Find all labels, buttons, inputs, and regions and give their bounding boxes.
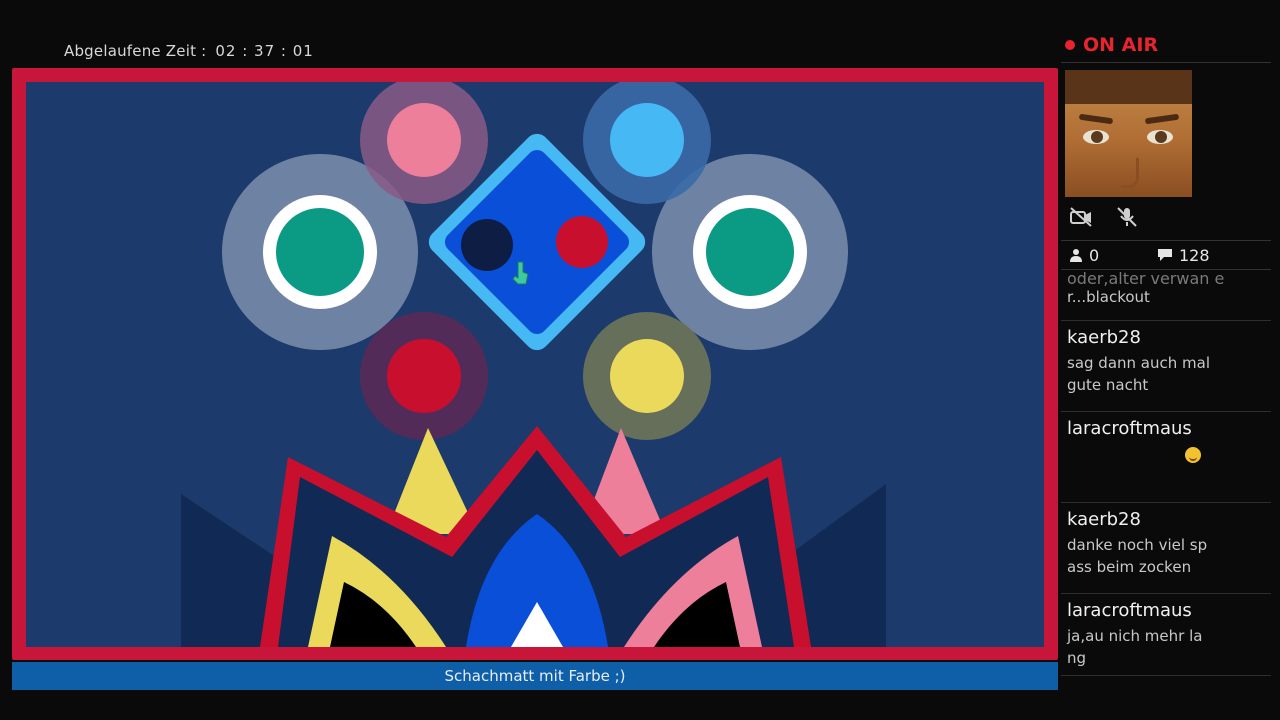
orb-right-teal	[706, 208, 794, 296]
chat-message: kaerb28 sag dann auch mal gute nacht	[1061, 321, 1271, 412]
chat-username: laracroftmaus	[1067, 600, 1192, 621]
speech-bubble-icon	[1158, 249, 1172, 261]
comment-count: 128	[1157, 246, 1210, 265]
smiley-emoji-icon	[1185, 446, 1201, 463]
sky-orb	[610, 103, 684, 177]
game-scene[interactable]	[26, 82, 1044, 647]
divider	[1061, 62, 1271, 63]
diamond-red-orb	[556, 216, 608, 268]
red-orb	[387, 339, 461, 413]
chat-message-partial: oder,alter verwan e r...blackout	[1061, 272, 1271, 321]
elapsed-time-display: Abgelaufene Zeit : 02 : 37 : 01	[64, 42, 314, 60]
comment-count-value: 128	[1179, 245, 1210, 265]
chat-text: sag dann auch mal gute nacht	[1067, 354, 1210, 394]
orb-left-teal	[276, 208, 364, 296]
chat-text-cut-top: oder,alter verwan e	[1067, 272, 1225, 286]
on-air-indicator: ON AIR	[1065, 34, 1158, 56]
chat-text: r...blackout	[1067, 288, 1150, 306]
person-icon	[1070, 249, 1082, 262]
stream-stats: 0 128	[1061, 240, 1271, 270]
stream-caption-bar: Schachmatt mit Farbe ;)	[12, 662, 1058, 690]
chat-message: laracroftmaus ja,au nich mehr la ng	[1061, 594, 1271, 676]
avatar-hair	[1065, 70, 1192, 104]
elapsed-label: Abgelaufene Zeit :	[64, 42, 207, 60]
yellow-orb	[610, 339, 684, 413]
streamer-camera-avatar	[1065, 70, 1192, 197]
elapsed-time-value: 02 : 37 : 01	[215, 42, 314, 60]
chat-username: kaerb28	[1067, 509, 1141, 530]
broadcast-sidebar: ON AIR 0 128 oder,alter verwan e r...bla…	[1061, 30, 1271, 700]
chat-text: ja,au nich mehr la ng	[1067, 627, 1203, 667]
chat-username: kaerb28	[1067, 327, 1141, 348]
chat-text	[1067, 443, 1265, 465]
viewer-count: 0	[1069, 246, 1149, 265]
viewer-count-value: 0	[1089, 245, 1100, 265]
avatar-brow-left	[1078, 113, 1114, 125]
stream-caption: Schachmatt mit Farbe ;)	[444, 667, 626, 685]
avatar-eye-left	[1083, 130, 1109, 144]
avatar-eye-right	[1147, 130, 1173, 144]
avatar-brow-right	[1144, 113, 1180, 125]
chat-text: danke noch viel sp ass beim zocken	[1067, 536, 1208, 576]
diamond-dark-orb	[461, 219, 513, 271]
camera-off-icon[interactable]	[1069, 206, 1093, 228]
pink-orb	[387, 103, 461, 177]
live-dot-icon	[1065, 40, 1075, 50]
on-air-label: ON AIR	[1083, 34, 1159, 56]
chat-message: laracroftmaus	[1061, 412, 1271, 503]
avatar-nose	[1121, 158, 1139, 188]
game-scene-graphics	[181, 82, 886, 647]
chat-feed[interactable]: oder,alter verwan e r...blackout kaerb28…	[1061, 272, 1271, 676]
chat-username: laracroftmaus	[1067, 418, 1192, 439]
chat-message: kaerb28 danke noch viel sp ass beim zock…	[1061, 503, 1271, 594]
media-status-icons	[1069, 206, 1139, 228]
microphone-off-icon[interactable]	[1115, 206, 1139, 228]
